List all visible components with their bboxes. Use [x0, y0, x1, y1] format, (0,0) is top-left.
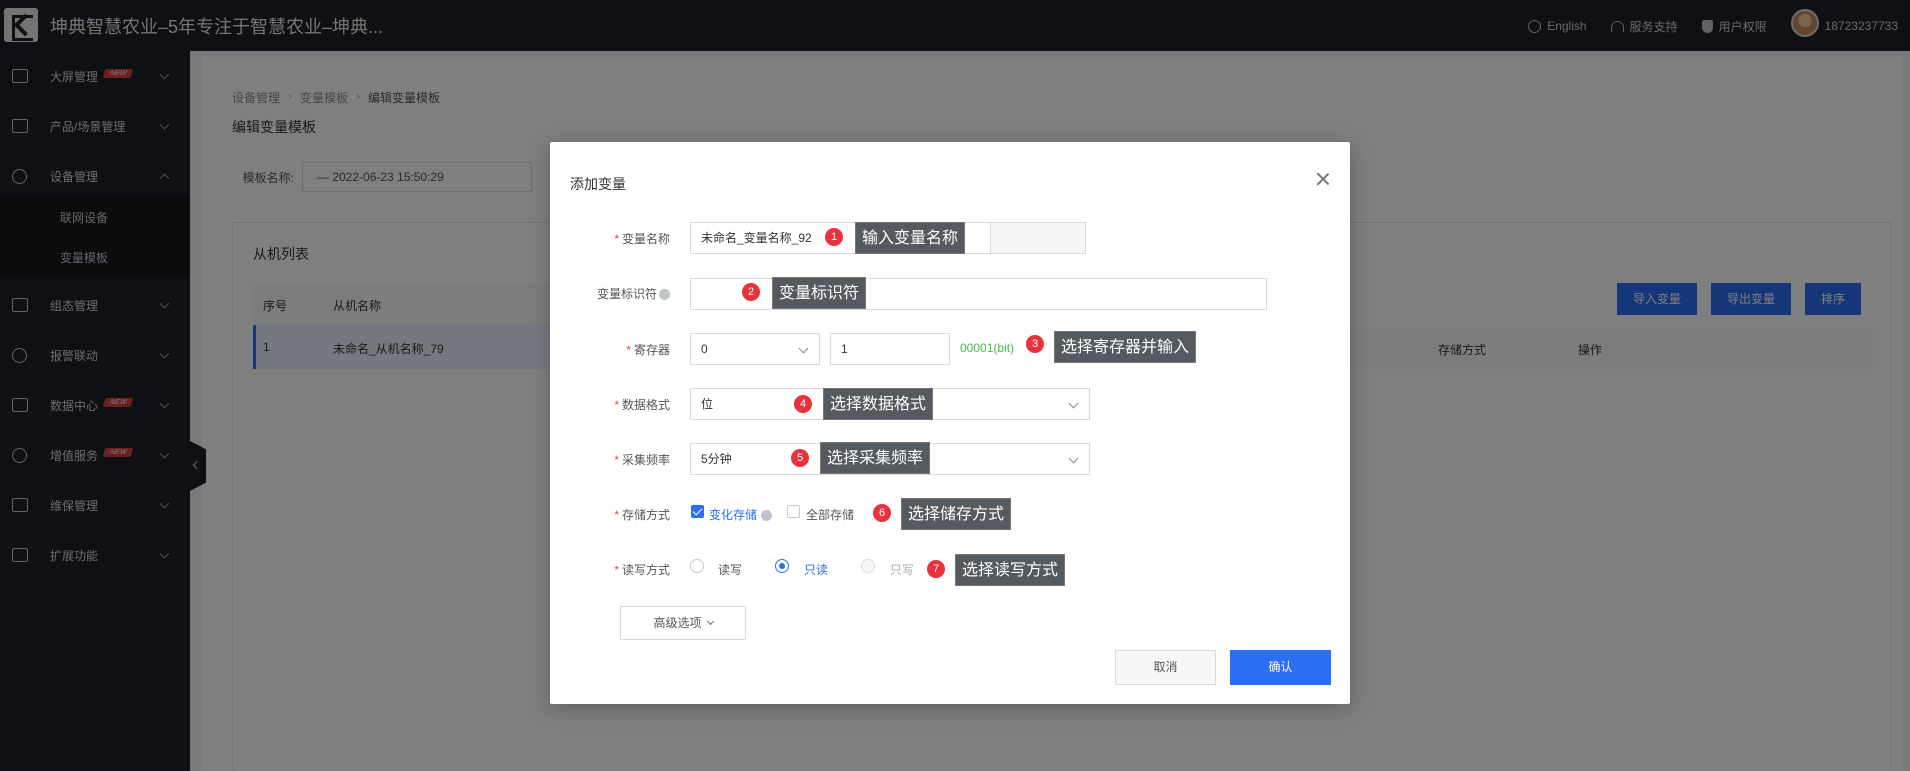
annotation-callout: 输入变量名称	[855, 222, 966, 254]
change-storage-label: 变化存储	[709, 506, 773, 523]
confirm-button[interactable]: 确认	[1230, 650, 1331, 685]
annotation-callout: 选择采集频率	[820, 442, 931, 474]
advanced-options-button[interactable]: 高级选项	[620, 606, 746, 640]
annotation-callout: 选择读写方式	[955, 554, 1066, 586]
register-hint: 00001(bit)	[960, 341, 1015, 355]
annotation-callout: 选择数据格式	[823, 388, 934, 420]
chevron-down-icon	[1068, 453, 1079, 464]
write-only-option-label: 只写	[890, 563, 915, 577]
read-write-radio[interactable]	[690, 559, 704, 573]
variable-name-label: * 变量名称	[614, 232, 670, 246]
step-badge: 3	[1026, 335, 1044, 353]
variable-name-extra-field	[990, 222, 1086, 254]
annotation-callout: 选择寄存器并输入	[1054, 331, 1197, 363]
chevron-down-icon	[1068, 398, 1079, 409]
dialog-title: 添加变量	[570, 176, 626, 192]
step-badge: 7	[927, 560, 945, 578]
data-format-value: 位	[701, 397, 714, 411]
change-storage-checkbox[interactable]	[691, 505, 704, 518]
step-badge: 6	[873, 504, 891, 522]
data-format-label: * 数据格式	[614, 398, 670, 412]
collect-frequency-value: 5分钟	[701, 452, 732, 466]
all-storage-label: 全部存储	[806, 508, 855, 522]
variable-identifier-label: 变量标识符	[550, 285, 670, 302]
register-address-input[interactable]: 1	[830, 333, 950, 365]
all-storage-checkbox[interactable]	[787, 505, 800, 518]
write-only-radio	[861, 559, 875, 573]
chevron-down-icon	[798, 343, 809, 354]
read-only-option-label: 只读	[804, 563, 829, 577]
close-icon[interactable]	[1316, 172, 1330, 186]
read-only-radio[interactable]	[775, 559, 789, 573]
annotation-callout: 变量标识符	[772, 277, 867, 309]
register-label: * 寄存器	[626, 343, 670, 357]
register-select[interactable]: 0	[690, 333, 820, 365]
cancel-button[interactable]: 取消	[1115, 650, 1216, 685]
chevron-down-icon	[706, 617, 714, 626]
annotation-callout: 选择储存方式	[901, 498, 1012, 530]
step-badge: 1	[825, 228, 843, 246]
read-write-option-label: 读写	[718, 563, 743, 577]
register-select-value: 0	[701, 342, 708, 356]
collect-frequency-label: * 采集频率	[614, 453, 670, 467]
step-badge: 4	[794, 395, 812, 413]
step-badge: 2	[742, 283, 760, 301]
help-icon	[659, 289, 670, 301]
help-icon	[761, 510, 773, 522]
step-badge: 5	[791, 449, 809, 467]
read-write-label: * 读写方式	[614, 563, 670, 577]
add-variable-dialog: 添加变量 * 变量名称 未命名_变量名称_92 变量标识符 * 寄存器 0 1 00…	[550, 142, 1350, 704]
storage-mode-label: * 存储方式	[614, 508, 670, 522]
